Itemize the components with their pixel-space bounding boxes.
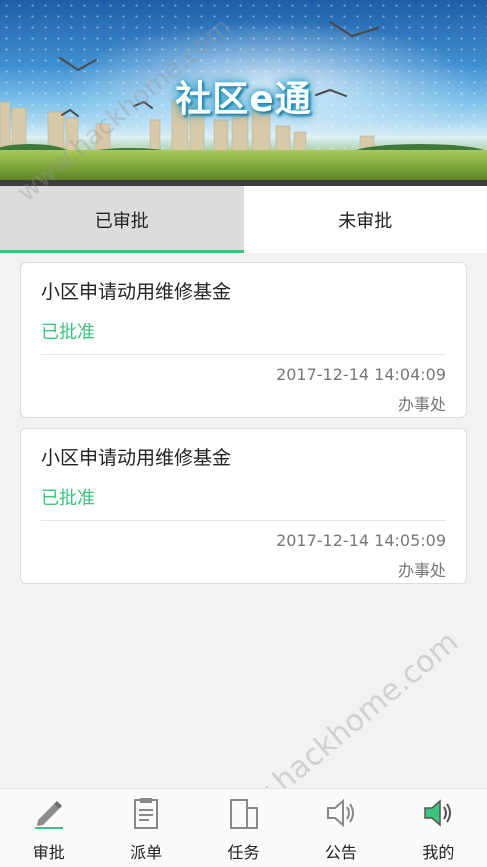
nav-label: 任务 (227, 843, 260, 862)
pencil-icon (31, 795, 67, 831)
speaker-green-icon (420, 795, 456, 831)
document-icon (128, 795, 164, 831)
nav-item-announcements[interactable]: 公告 (292, 789, 389, 867)
card-divider (41, 354, 446, 355)
tab-pending[interactable]: 未审批 (244, 186, 487, 253)
nav-item-approval[interactable]: 审批 (0, 789, 97, 867)
tab-approved[interactable]: 已审批 (0, 186, 244, 253)
nav-label: 公告 (324, 843, 357, 862)
nav-label: 我的 (422, 843, 455, 862)
bottom-navigation: 审批 派单 任务 公告 我的 (0, 788, 487, 867)
card-title: 小区申请动用维修基金 (41, 447, 232, 469)
nav-item-dispatch[interactable]: 派单 (97, 789, 194, 867)
approval-tabs: 已审批 未审批 (0, 186, 487, 253)
task-icon (226, 795, 262, 831)
app-title: 社区e通 (175, 79, 312, 120)
speaker-icon (323, 795, 359, 831)
card-divider (41, 520, 446, 521)
header-banner: 社区e通 (0, 0, 487, 186)
card-timestamp: 2017-12-14 14:05:09 (276, 531, 446, 550)
card-organization: 办事处 (397, 395, 446, 414)
card-timestamp: 2017-12-14 14:04:09 (276, 365, 446, 384)
approval-card[interactable]: 小区申请动用维修基金 已批准 2017-12-14 14:05:09 办事处 (20, 428, 467, 584)
approval-card[interactable]: 小区申请动用维修基金 已批准 2017-12-14 14:04:09 办事处 (20, 262, 467, 418)
approval-list: 小区申请动用维修基金 已批准 2017-12-14 14:04:09 办事处 小… (20, 262, 467, 594)
card-status: 已批准 (41, 488, 95, 509)
card-title: 小区申请动用维修基金 (41, 281, 232, 303)
nav-item-profile[interactable]: 我的 (390, 789, 487, 867)
card-status: 已批准 (41, 322, 95, 343)
nav-label: 派单 (130, 843, 163, 862)
nav-item-tasks[interactable]: 任务 (195, 789, 292, 867)
card-organization: 办事处 (397, 561, 446, 580)
banner-grass (0, 150, 487, 180)
nav-label: 审批 (32, 843, 65, 862)
